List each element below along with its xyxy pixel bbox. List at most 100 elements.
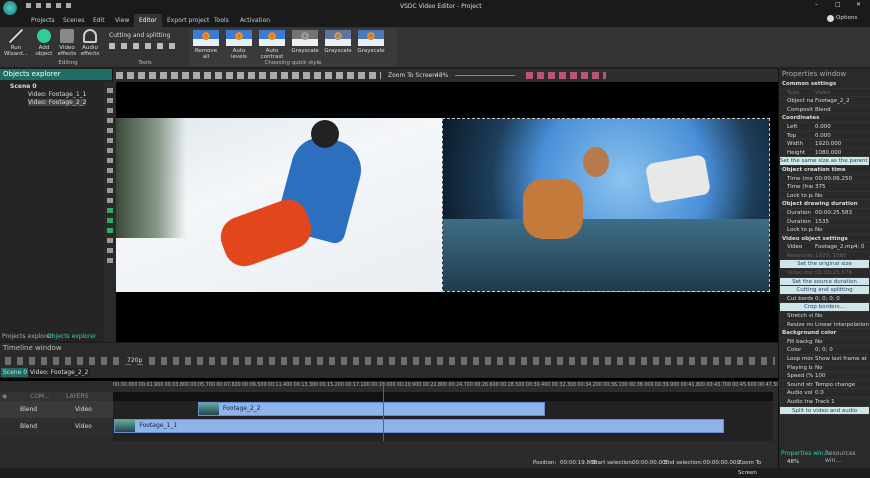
property-value[interactable]: No bbox=[813, 226, 870, 234]
property-row[interactable]: Cut borders0; 0; 0; 0 bbox=[779, 295, 870, 304]
timeline-toolbar[interactable] bbox=[5, 357, 775, 365]
property-row[interactable]: Video duration00:00:25.579 bbox=[779, 269, 870, 278]
tab-resources-window[interactable]: Resources win... bbox=[825, 450, 870, 464]
property-value[interactable]: No bbox=[813, 338, 870, 346]
blend-mode[interactable]: Blend bbox=[20, 418, 37, 435]
minimize-button[interactable]: – bbox=[815, 1, 818, 8]
property-value[interactable]: Blend bbox=[813, 106, 870, 114]
tab-view[interactable]: View bbox=[110, 14, 134, 27]
quick-style-auto-contrast[interactable]: Auto contrast bbox=[257, 30, 287, 60]
property-value[interactable]: 0; 0; 0 bbox=[813, 346, 870, 354]
tab-scenes[interactable]: Scenes bbox=[58, 14, 89, 27]
tab-edit[interactable]: Edit bbox=[88, 14, 110, 27]
tab-objects-explorer[interactable]: Objects explorer bbox=[47, 333, 96, 340]
property-section[interactable]: Coordinates bbox=[779, 114, 870, 123]
property-row[interactable]: Audio volume (0.0 bbox=[779, 389, 870, 398]
video-frame-footage-1[interactable] bbox=[116, 118, 442, 292]
property-value[interactable]: Track 1 bbox=[813, 398, 870, 406]
property-button[interactable]: Split to video and audio bbox=[780, 406, 869, 416]
property-value[interactable]: 0; 0; 0; 0 bbox=[813, 295, 870, 303]
property-button[interactable]: Set the source duration bbox=[780, 277, 869, 287]
property-value[interactable]: No bbox=[813, 312, 870, 320]
quick-access-icons[interactable] bbox=[26, 3, 76, 8]
property-value[interactable]: 1080.000 bbox=[813, 149, 870, 157]
blend-mode[interactable]: Blend bbox=[20, 401, 37, 418]
property-value[interactable]: Footage_2_2 bbox=[813, 97, 870, 105]
property-row[interactable]: Resolution 1920; 1080 bbox=[779, 252, 870, 261]
property-row[interactable]: Fill backgrouNo bbox=[779, 338, 870, 347]
add-object-button[interactable]: Add object bbox=[33, 29, 55, 57]
property-row[interactable]: Left 0.000 bbox=[779, 123, 870, 132]
view-tools[interactable] bbox=[526, 72, 606, 79]
eye-icon[interactable]: ◉ bbox=[0, 393, 7, 400]
property-row[interactable]: Sound stretchinTempo change bbox=[779, 381, 870, 390]
quick-style-grayscale-3[interactable]: Grayscale bbox=[356, 30, 386, 54]
property-button[interactable]: Set the original size bbox=[780, 260, 869, 270]
property-row[interactable]: Duration (ms00:00:25.583 bbox=[779, 209, 870, 218]
quick-style-grayscale-2[interactable]: Grayscale bbox=[323, 30, 353, 54]
property-row[interactable]: Playing backwaNo bbox=[779, 364, 870, 373]
tree-item-footage-2[interactable]: Video: Footage_2_2 bbox=[28, 99, 87, 106]
tree-item-footage-1[interactable]: Video: Footage_1_1 bbox=[28, 91, 86, 98]
property-button[interactable]: Set the same size as the parent has bbox=[780, 157, 869, 173]
property-row[interactable]: Loop modeShow last frame at bbox=[779, 355, 870, 364]
property-row[interactable]: Object nameFootage_2_2 bbox=[779, 97, 870, 106]
video-effects-button[interactable]: Video effects bbox=[56, 29, 78, 57]
timeline-clip[interactable]: Footage_2_2 bbox=[197, 402, 546, 416]
tree-item-scene[interactable]: Scene 0 bbox=[10, 83, 37, 90]
resolution-dropdown[interactable]: 720p bbox=[125, 357, 145, 364]
maximize-button[interactable]: □ bbox=[835, 1, 841, 8]
tab-projects[interactable]: Projects bbox=[26, 14, 60, 27]
zoom-to-screen-button[interactable]: Zoom To Screen bbox=[388, 72, 436, 79]
property-value[interactable]: Tempo change bbox=[813, 381, 870, 389]
track-row-1[interactable]: Blend Video bbox=[0, 401, 113, 418]
tab-properties-window[interactable]: Properties win... bbox=[781, 450, 829, 457]
tab-export-project[interactable]: Export project bbox=[162, 14, 214, 27]
vertical-tool-strip[interactable] bbox=[104, 82, 116, 342]
property-value[interactable]: 00:00:25.579 bbox=[813, 269, 870, 277]
tab-activation[interactable]: Activation bbox=[235, 14, 275, 27]
property-row[interactable]: Lock to pareNo bbox=[779, 192, 870, 201]
property-row[interactable]: Composition mBlend bbox=[779, 106, 870, 115]
zoom-slider[interactable] bbox=[455, 75, 515, 76]
cutting-splitting-button[interactable]: Cutting and splitting bbox=[109, 32, 170, 39]
property-section[interactable]: Background color bbox=[779, 329, 870, 338]
property-value[interactable]: 375 bbox=[813, 183, 870, 191]
property-value[interactable]: No bbox=[813, 192, 870, 200]
property-section[interactable]: Object creation time bbox=[779, 166, 870, 175]
property-value[interactable]: 100 bbox=[813, 372, 870, 380]
property-value[interactable]: 00:00:06.250 bbox=[813, 175, 870, 183]
property-value[interactable]: Linear interpolation bbox=[813, 321, 870, 329]
property-value[interactable]: 1920.000 bbox=[813, 140, 870, 148]
property-value[interactable]: 1920; 1080 bbox=[813, 252, 870, 260]
preview-canvas[interactable] bbox=[116, 82, 778, 342]
tab-video-footage[interactable]: Video: Footage_2_2 bbox=[28, 368, 91, 377]
tab-projects-explorer[interactable]: Projects explorer bbox=[2, 333, 52, 340]
video-frame-footage-2[interactable] bbox=[442, 118, 770, 292]
property-row[interactable]: Color 0; 0; 0 bbox=[779, 346, 870, 355]
zoom-dropdown[interactable]: 48% bbox=[435, 72, 448, 79]
properties-zoom[interactable]: 48% bbox=[787, 459, 799, 465]
property-row[interactable]: Video Footage_2.mp4; 0 bbox=[779, 243, 870, 252]
property-value[interactable]: 0.0 bbox=[813, 389, 870, 397]
alignment-tools[interactable] bbox=[116, 72, 381, 79]
quick-style-remove-all[interactable]: Remove all bbox=[191, 30, 221, 60]
property-row[interactable]: Audio trackTrack 1 bbox=[779, 398, 870, 407]
audio-effects-button[interactable]: Audio effects bbox=[79, 29, 101, 57]
quick-style-grayscale-1[interactable]: Grayscale bbox=[290, 30, 320, 54]
property-value[interactable]: Video bbox=[813, 89, 870, 97]
tab-tools[interactable]: Tools bbox=[209, 14, 234, 27]
property-value[interactable]: Show last frame at bbox=[813, 355, 870, 363]
property-button[interactable]: Cutting and splitting bbox=[780, 286, 869, 295]
tab-editor[interactable]: Editor bbox=[134, 14, 162, 27]
property-value[interactable]: 0.000 bbox=[813, 123, 870, 131]
property-button[interactable]: Crop borders... bbox=[780, 303, 869, 313]
property-value[interactable]: 0.000 bbox=[813, 132, 870, 140]
property-section[interactable]: Object drawing duration bbox=[779, 200, 870, 209]
close-button[interactable]: ✕ bbox=[856, 1, 861, 8]
track-row-2[interactable]: Blend Video bbox=[0, 418, 113, 435]
property-section[interactable]: Video object settings bbox=[779, 235, 870, 244]
property-row[interactable]: Type Video bbox=[779, 89, 870, 98]
property-row[interactable]: Time (frame)375 bbox=[779, 183, 870, 192]
property-row[interactable]: Resize modeLinear interpolation bbox=[779, 321, 870, 330]
